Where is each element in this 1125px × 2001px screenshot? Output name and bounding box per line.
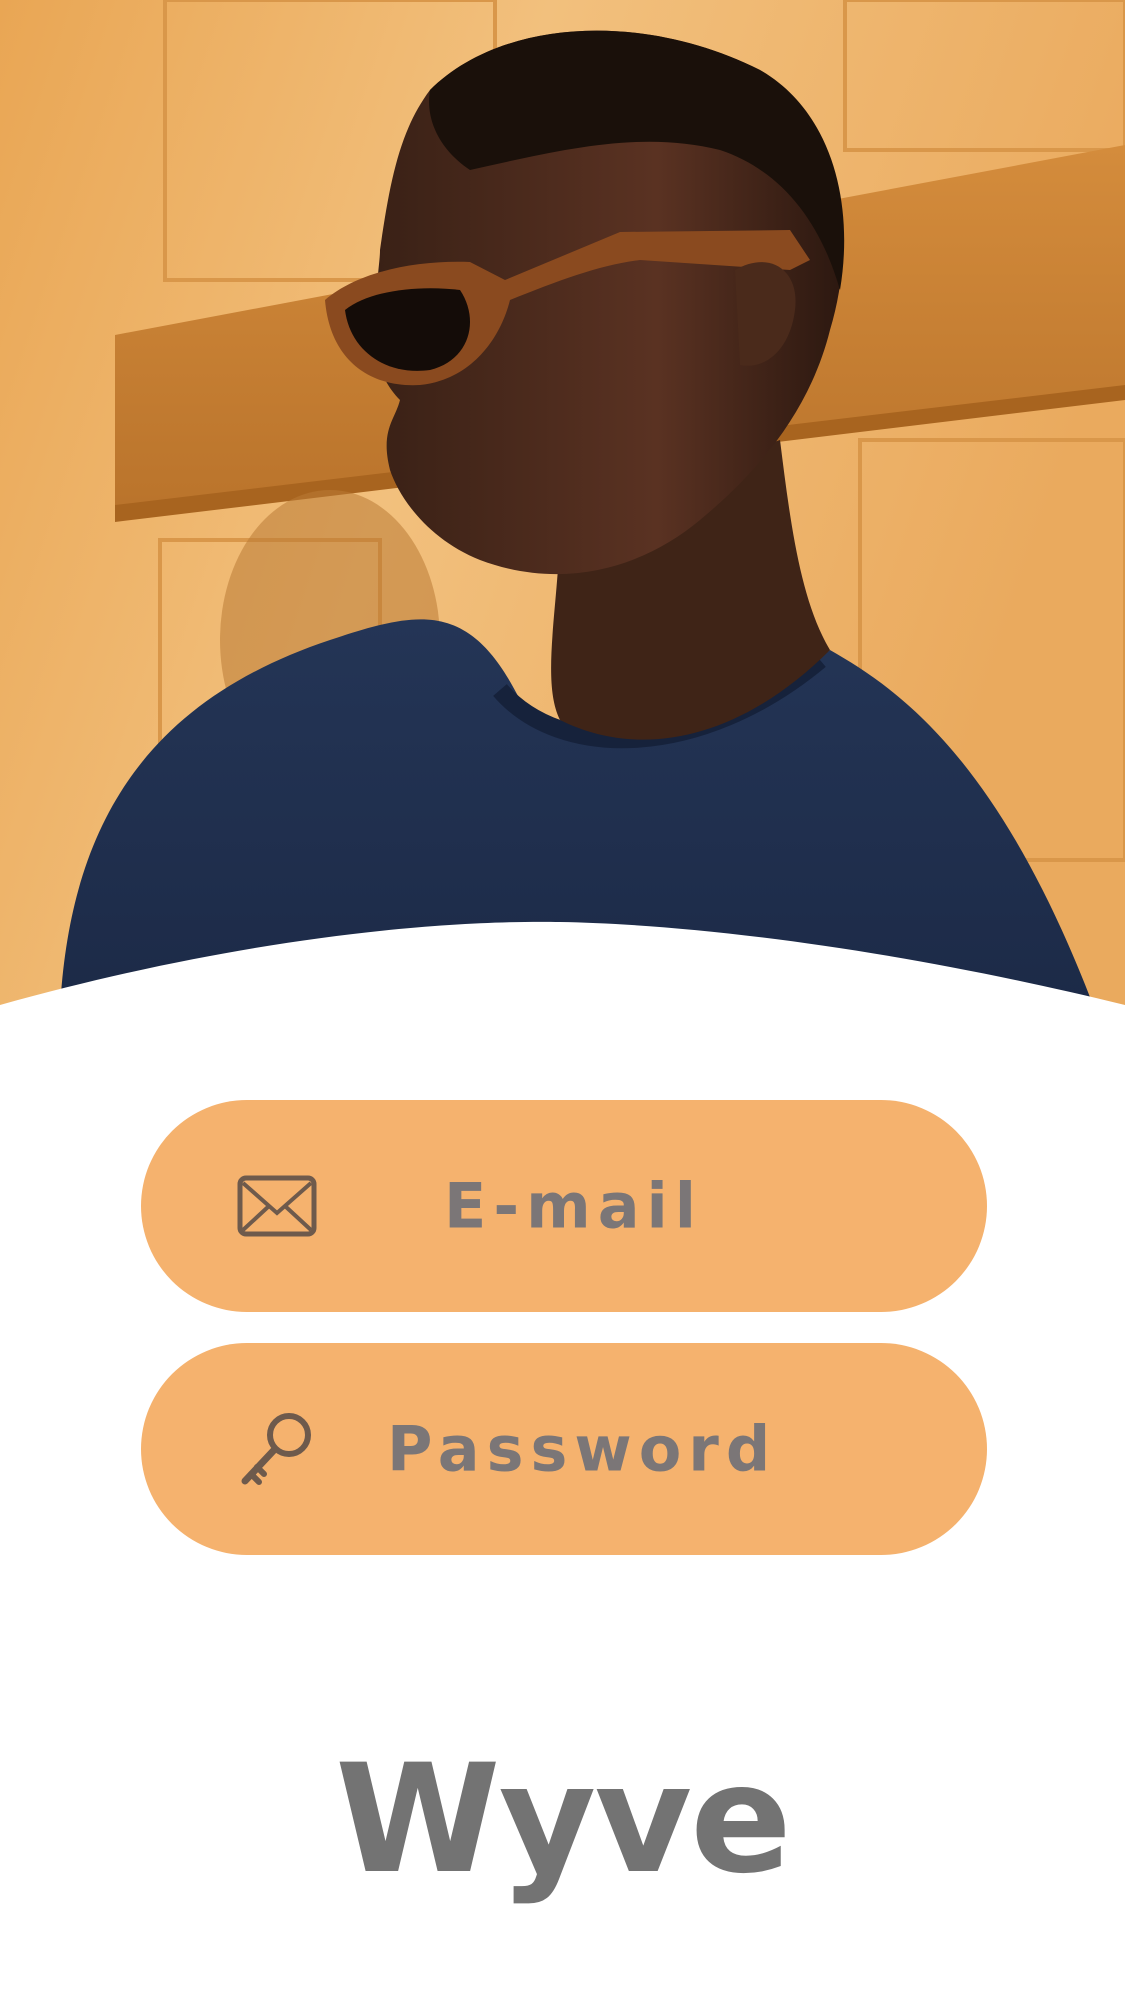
email-field[interactable]: E-mail (141, 1100, 987, 1312)
password-placeholder: Password (387, 1412, 778, 1486)
key-icon (234, 1406, 320, 1492)
envelope-icon (234, 1163, 320, 1249)
email-placeholder: E-mail (444, 1169, 704, 1243)
hero-photo (0, 0, 1125, 1010)
password-field[interactable]: Password (141, 1343, 987, 1555)
brand-logo: Wyve (335, 1733, 792, 1907)
login-screen: E-mail Password Wyve (0, 0, 1125, 2001)
